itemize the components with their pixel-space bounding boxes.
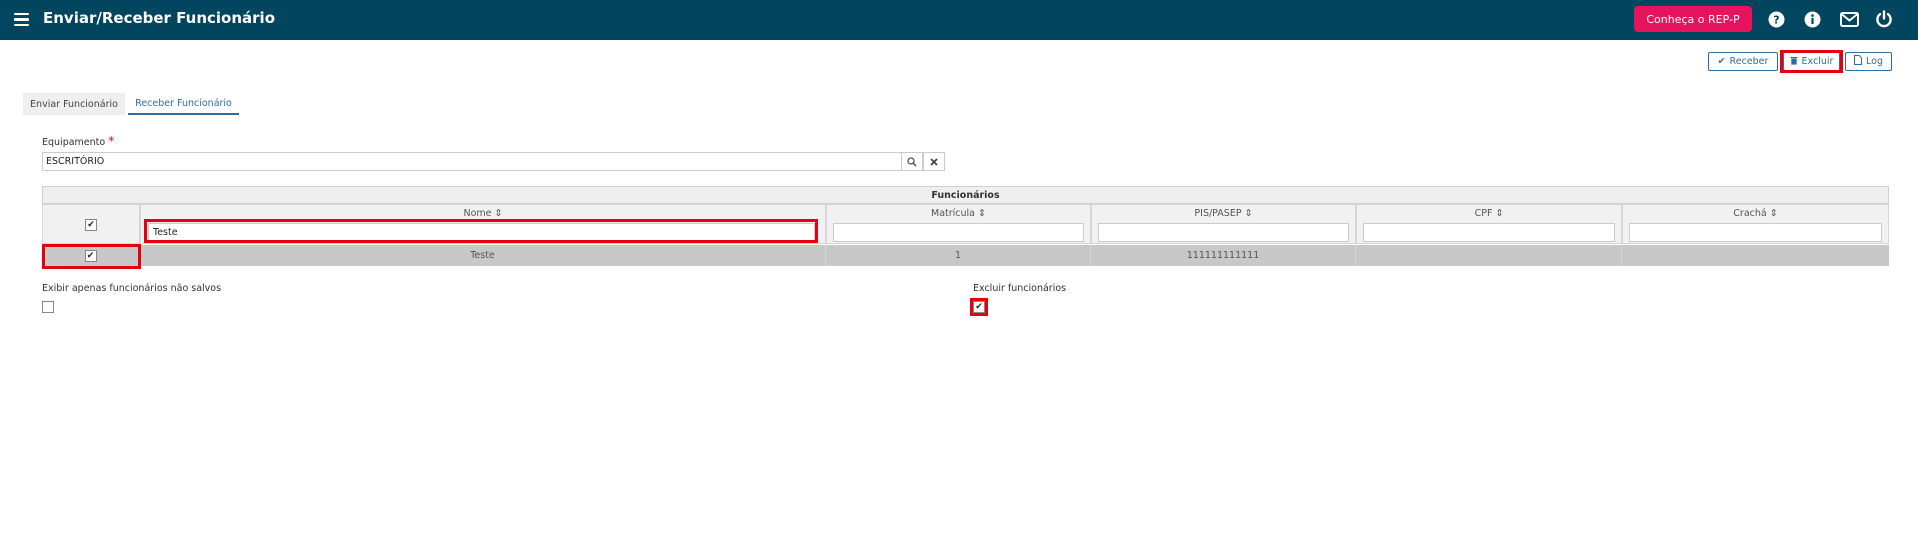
log-button[interactable]: Log: [1845, 52, 1892, 71]
tab-receber-funcionario[interactable]: Receber Funcionário: [128, 93, 239, 115]
svg-text:?: ?: [1773, 13, 1779, 26]
equipment-field[interactable]: ESCRITÓRIO: [42, 152, 902, 171]
row-checkbox[interactable]: ✔: [84, 249, 97, 262]
info-icon[interactable]: [1802, 9, 1822, 29]
row-select-cell: ✔: [42, 245, 140, 266]
cpf-filter-input[interactable]: [1363, 223, 1615, 242]
unsaved-only-label: Exibir apenas funcionários não salvos: [42, 283, 222, 294]
matricula-filter-input[interactable]: [833, 223, 1084, 242]
required-mark: *: [108, 134, 115, 148]
select-all-header: ✔: [42, 204, 140, 244]
trash-icon: [1790, 56, 1798, 68]
cell-nome: Teste: [140, 245, 826, 266]
cracha-filter-input[interactable]: [1629, 223, 1882, 242]
tab-enviar-funcionario[interactable]: Enviar Funcionário: [23, 93, 125, 115]
pis-filter-input[interactable]: [1098, 223, 1349, 242]
column-header-cracha[interactable]: Crachá ⇕: [1622, 204, 1889, 244]
sort-icon[interactable]: ⇕: [1770, 208, 1778, 219]
clear-icon[interactable]: [923, 152, 945, 171]
sort-icon[interactable]: ⇕: [1245, 208, 1253, 219]
menu-icon[interactable]: [14, 13, 29, 27]
page-title: Enviar/Receber Funcionário: [43, 9, 276, 27]
column-header-cpf[interactable]: CPF ⇕: [1356, 204, 1622, 244]
top-bar: Enviar/Receber Funcionário Conheça o REP…: [0, 0, 1918, 40]
search-icon[interactable]: [901, 152, 923, 171]
cell-cpf: [1356, 245, 1622, 266]
column-header-pis-pasep[interactable]: PIS/PASEP ⇕: [1091, 204, 1356, 244]
sort-icon[interactable]: ⇕: [1495, 208, 1503, 219]
sort-icon[interactable]: ⇕: [978, 208, 986, 219]
check-icon: ✔: [1717, 56, 1726, 67]
cell-pis-pasep: 111111111111: [1091, 245, 1356, 266]
grid-title: Funcionários: [42, 186, 1889, 204]
delete-employees-label: Excluir funcionários: [973, 283, 1067, 294]
file-icon: [1854, 55, 1863, 68]
unsaved-only-checkbox[interactable]: [42, 301, 54, 313]
rep-p-button[interactable]: Conheça o REP-P: [1634, 6, 1752, 32]
sort-icon[interactable]: ⇕: [495, 208, 503, 219]
receive-button[interactable]: ✔ Receber: [1708, 52, 1778, 71]
select-all-checkbox[interactable]: ✔: [85, 219, 97, 231]
delete-employees-checkbox[interactable]: ✔: [973, 301, 985, 313]
delete-button[interactable]: Excluir: [1783, 52, 1840, 71]
equipment-label: Equipamento *: [42, 134, 115, 148]
column-header-nome[interactable]: Nome ⇕: [140, 204, 826, 244]
power-icon[interactable]: [1874, 9, 1894, 29]
question-icon[interactable]: ?: [1766, 9, 1786, 29]
cell-cracha: [1622, 245, 1889, 266]
column-header-matricula[interactable]: Matrícula ⇕: [826, 204, 1091, 244]
cell-matricula: 1: [826, 245, 1091, 266]
mail-icon[interactable]: [1839, 9, 1859, 29]
nome-filter-input[interactable]: [148, 223, 815, 242]
